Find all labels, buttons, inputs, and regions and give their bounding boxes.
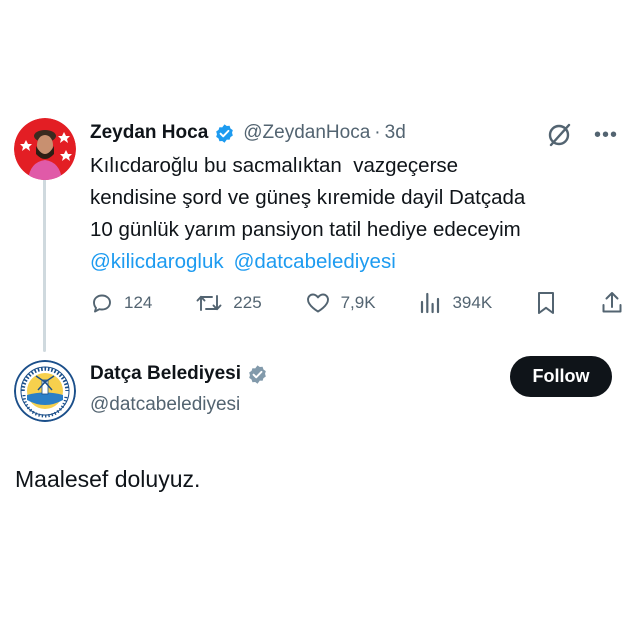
more-options-icon[interactable]: •••: [594, 125, 618, 145]
bookmark-icon: [538, 292, 555, 314]
reply-count: 124: [124, 293, 153, 312]
verified-badge-icon: [216, 123, 234, 143]
like-count: 7,9K: [340, 293, 376, 312]
views-button[interactable]: 394K: [418, 291, 492, 315]
reply-text: Maalesef doluyuz.: [15, 466, 201, 492]
share-button[interactable]: [600, 290, 624, 316]
repost-count: 225: [233, 293, 262, 312]
thread-connector-line: [43, 172, 46, 352]
author-handle[interactable]: @ZeydanHoca: [243, 122, 370, 144]
reply-author-handle[interactable]: @datcabelediyesi: [90, 394, 240, 416]
follow-button[interactable]: Follow: [510, 356, 612, 397]
author-name[interactable]: Zeydan Hoca: [90, 122, 208, 144]
repost-button[interactable]: 225: [195, 291, 262, 315]
mention-link[interactable]: @kilicdarogluk: [90, 250, 224, 273]
person-avatar-icon: [14, 118, 76, 180]
government-verified-badge-icon: [249, 364, 266, 384]
repost-icon: [196, 295, 222, 311]
views-count: 394K: [452, 293, 493, 312]
heart-icon: [306, 293, 329, 313]
tweet-text-line: kendisine şord ve güneş kıremide dayil D…: [90, 186, 526, 209]
tweet-timestamp[interactable]: 3d: [385, 122, 406, 144]
mention-link[interactable]: @datcabelediyesi: [234, 250, 396, 273]
tweet-text-line: 10 günlük yarım pansiyon tatil hediye ed…: [90, 218, 521, 241]
tweet-top-actions: •••: [546, 122, 618, 148]
grok-icon[interactable]: [546, 122, 572, 148]
tweet-mentions: @kilicdarogluk @datcabelediyesi: [90, 246, 620, 278]
reply-author-name[interactable]: Datça Belediyesi: [90, 363, 241, 385]
municipality-seal-icon: [14, 360, 76, 422]
author-avatar[interactable]: [14, 118, 76, 180]
tweet-text-line: Kılıcdaroğlu bu sacmalıktan vazgeçerse: [90, 154, 459, 177]
views-bar-chart-icon: [421, 292, 440, 314]
share-icon: [602, 292, 622, 313]
reply-icon: [93, 294, 111, 313]
reply-author-avatar[interactable]: [14, 360, 76, 422]
tweet-action-bar: 124 225 7,9K 394K: [90, 288, 624, 318]
like-button[interactable]: 7,9K: [305, 291, 376, 315]
reply-button[interactable]: 124: [90, 291, 152, 315]
separator-dot: ·: [374, 122, 381, 143]
tweet-text: Kılıcdaroğlu bu sacmalıktan vazgeçerse k…: [90, 150, 620, 278]
bookmark-button[interactable]: [535, 290, 557, 316]
tweet-header: Zeydan Hoca @ZeydanHoca · 3d: [90, 119, 406, 147]
reply-author-row: Datça Belediyesi: [90, 363, 276, 385]
